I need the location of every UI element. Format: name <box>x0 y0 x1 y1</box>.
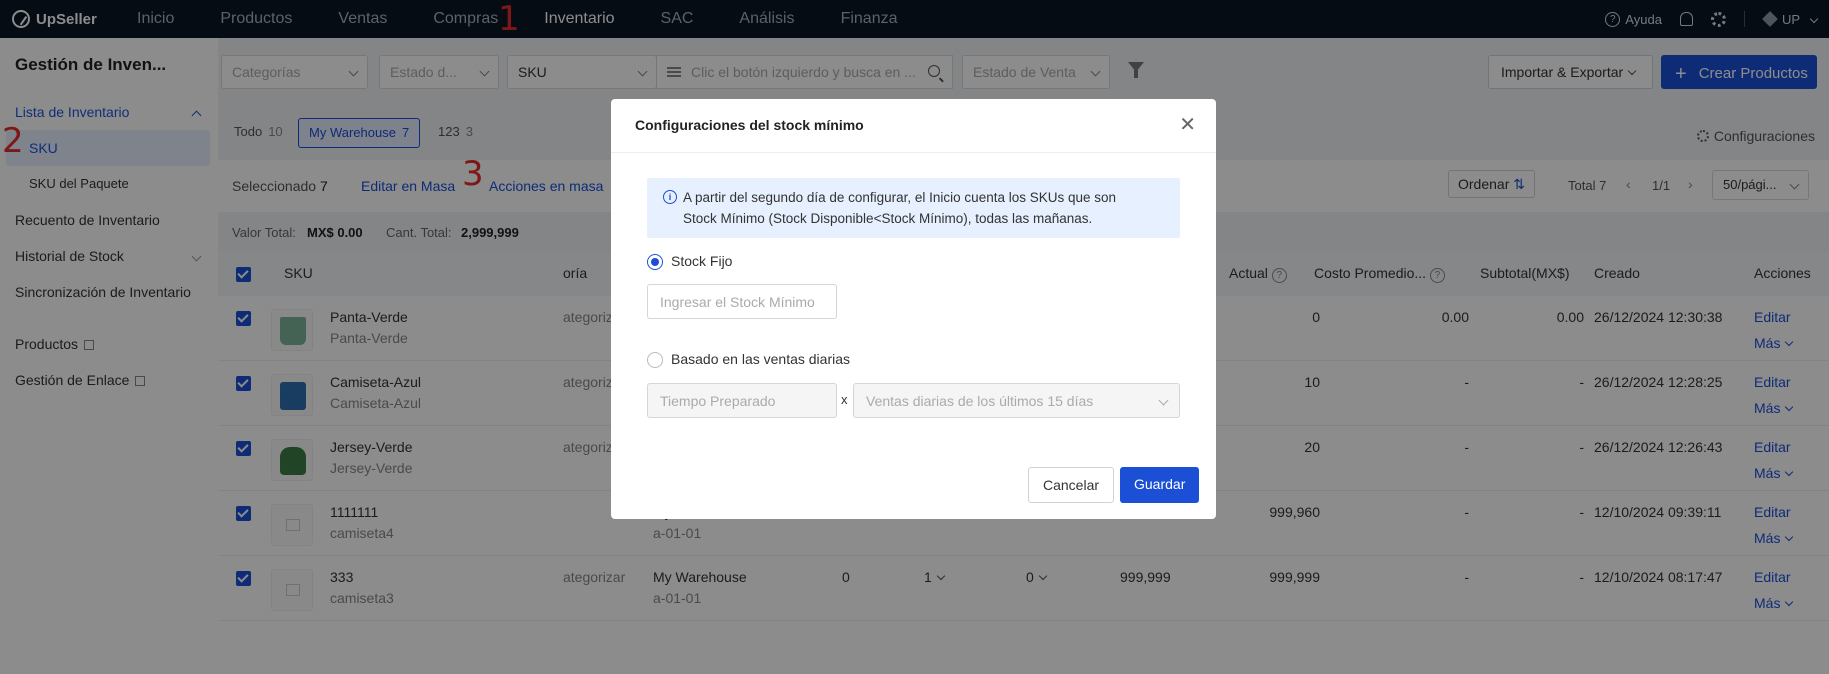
cancel-button[interactable]: Cancelar <box>1028 467 1115 503</box>
info-banner: i A partir del segundo día de configurar… <box>647 178 1180 238</box>
stock-fijo-label[interactable]: Stock Fijo <box>671 253 732 269</box>
info-line-2: Stock Mínimo (Stock Disponible<Stock Mín… <box>683 211 1093 226</box>
multiply-sign: x <box>841 392 848 407</box>
info-line-1: A partir del segundo día de configurar, … <box>683 190 1117 205</box>
ventas-period-select[interactable]: Ventas diarias de los últimos 15 días <box>853 383 1180 418</box>
tiempo-placeholder: Tiempo Preparado <box>660 393 776 409</box>
ventas-period-value: Ventas diarias de los últimos 15 días <box>866 393 1094 409</box>
tiempo-preparado-input[interactable]: Tiempo Preparado <box>647 383 837 418</box>
min-stock-input[interactable]: Ingresar el Stock Mínimo <box>647 284 837 319</box>
ventas-diarias-label[interactable]: Basado en las ventas diarias <box>671 351 850 367</box>
save-button[interactable]: Guardar <box>1120 467 1200 503</box>
ventas-diarias-radio[interactable] <box>647 352 663 368</box>
min-stock-placeholder: Ingresar el Stock Mínimo <box>660 294 815 310</box>
chevron-down-icon <box>1158 395 1169 406</box>
modal-title: Configuraciones del stock mínimo <box>635 117 864 133</box>
modal-header: Configuraciones del stock mínimo ✕ <box>611 99 1216 153</box>
info-icon: i <box>663 190 677 204</box>
min-stock-modal: Configuraciones del stock mínimo ✕ i A p… <box>611 99 1216 519</box>
close-icon[interactable]: ✕ <box>1179 115 1196 135</box>
stock-fijo-radio[interactable] <box>647 254 663 270</box>
